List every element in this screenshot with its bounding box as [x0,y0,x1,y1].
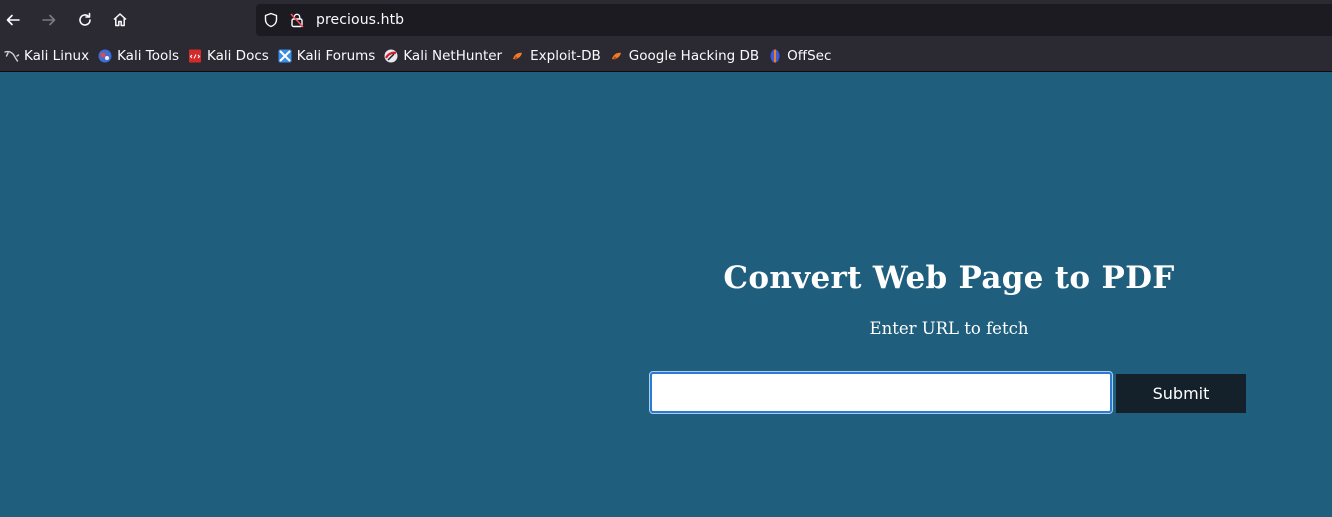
page-subtitle: Enter URL to fetch [869,319,1029,338]
bookmark-label: Kali Docs [207,47,269,64]
bookmark-google-hacking-db[interactable]: Google Hacking DB [607,44,765,68]
page-title: Convert Web Page to PDF [723,260,1175,296]
reload-icon[interactable] [72,7,98,33]
page-content: Convert Web Page to PDF Enter URL to fet… [0,72,1332,517]
bookmark-kali-tools[interactable]: Kali Tools [95,44,185,68]
offsec-icon [767,48,783,64]
url-input[interactable] [649,371,1113,414]
bookmark-label: Kali Linux [24,47,90,64]
home-icon[interactable] [107,7,133,33]
bookmark-label: Kali Forums [296,47,376,64]
bookmark-label: Kali NetHunter [403,47,503,64]
shield-icon[interactable] [262,11,280,29]
exploit-db-icon [510,48,526,64]
kali-nethunter-icon [383,48,399,64]
bookmark-exploit-db[interactable]: Exploit-DB [508,44,607,68]
bookmarks-bar: Kali Linux Kali Tools Kali Docs Kali For… [0,40,1332,72]
arrow-left-icon[interactable] [0,7,26,33]
url-bar[interactable]: precious.htb [256,4,1332,36]
kali-dragon-icon [4,48,20,64]
bookmark-kali-nethunter[interactable]: Kali NetHunter [381,44,508,68]
kali-forums-icon [277,48,293,64]
bookmark-kali-docs[interactable]: Kali Docs [185,44,275,68]
insecure-lock-icon[interactable] [288,11,306,29]
submit-button[interactable]: Submit [1116,374,1246,413]
kali-tools-icon [97,48,113,64]
bookmark-label: Exploit-DB [530,47,601,64]
bookmark-kali-linux[interactable]: Kali Linux [2,44,95,68]
arrow-right-icon[interactable] [36,7,62,33]
url-text[interactable]: precious.htb [316,12,404,28]
bookmark-label: OffSec [787,47,832,64]
bookmark-label: Kali Tools [117,47,179,64]
bookmark-offsec[interactable]: OffSec [765,44,837,68]
bookmark-kali-forums[interactable]: Kali Forums [275,44,382,68]
kali-docs-icon [187,48,203,64]
bookmark-label: Google Hacking DB [628,47,760,64]
browser-toolbar: precious.htb [0,0,1332,40]
ghdb-icon [609,48,625,64]
